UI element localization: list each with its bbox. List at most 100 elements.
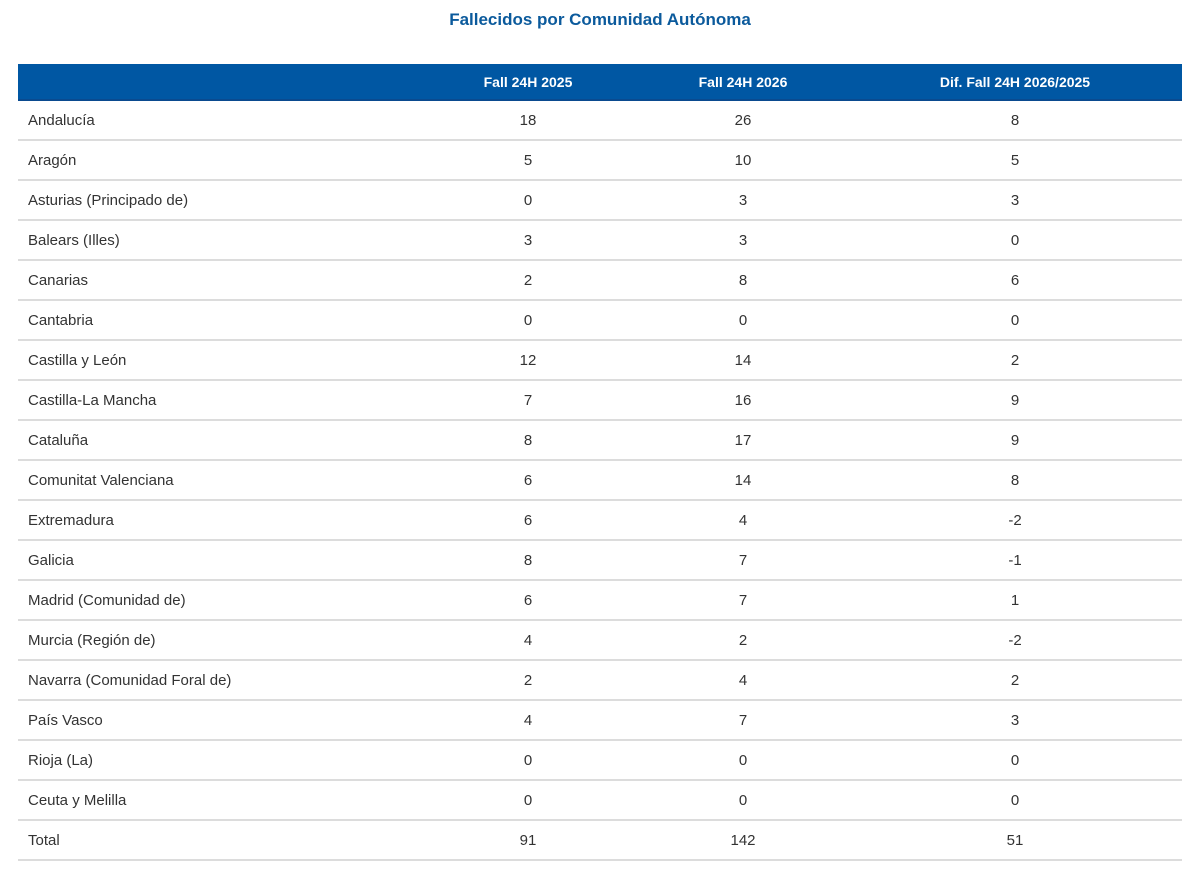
cell-fall-2025: 18 [418, 100, 638, 141]
cell-region: Navarra (Comunidad Foral de) [18, 660, 418, 701]
cell-fall-2026: 4 [638, 500, 848, 541]
deaths-table: Fall 24H 2025 Fall 24H 2026 Dif. Fall 24… [18, 64, 1182, 861]
cell-difference: 9 [848, 420, 1182, 461]
data-table: Fall 24H 2025 Fall 24H 2026 Dif. Fall 24… [18, 64, 1182, 861]
cell-fall-2026: 7 [638, 700, 848, 741]
table-row: Castilla-La Mancha 7 16 9 [18, 380, 1182, 421]
table-row: Cantabria 0 0 0 [18, 300, 1182, 341]
cell-region: Madrid (Comunidad de) [18, 580, 418, 621]
table-row: Andalucía 18 26 8 [18, 100, 1182, 141]
cell-fall-2026: 26 [638, 100, 848, 141]
cell-difference: -1 [848, 540, 1182, 581]
cell-region: Castilla y León [18, 340, 418, 381]
cell-fall-2026: 16 [638, 380, 848, 421]
table-row: Murcia (Región de) 4 2 -2 [18, 620, 1182, 661]
cell-region: Aragón [18, 140, 418, 181]
table-row: Galicia 8 7 -1 [18, 540, 1182, 581]
cell-difference: 0 [848, 740, 1182, 781]
cell-fall-2026: 0 [638, 300, 848, 341]
cell-region: Balears (Illes) [18, 220, 418, 261]
table-row: Castilla y León 12 14 2 [18, 340, 1182, 381]
cell-difference: 2 [848, 340, 1182, 381]
cell-fall-2025: 12 [418, 340, 638, 381]
cell-difference: -2 [848, 620, 1182, 661]
cell-difference: 8 [848, 460, 1182, 501]
cell-region: Asturias (Principado de) [18, 180, 418, 221]
cell-fall-2025: 5 [418, 140, 638, 181]
cell-fall-2025: 0 [418, 300, 638, 341]
cell-region: Total [18, 820, 418, 861]
cell-difference: 9 [848, 380, 1182, 421]
cell-fall-2025: 0 [418, 180, 638, 221]
column-header-difference: Dif. Fall 24H 2026/2025 [848, 64, 1182, 101]
cell-region: Ceuta y Melilla [18, 780, 418, 821]
column-header-region [18, 64, 418, 101]
cell-fall-2026: 4 [638, 660, 848, 701]
cell-fall-2025: 6 [418, 460, 638, 501]
cell-fall-2025: 8 [418, 420, 638, 461]
cell-region: Extremadura [18, 500, 418, 541]
table-row: Madrid (Comunidad de) 6 7 1 [18, 580, 1182, 621]
cell-fall-2026: 7 [638, 540, 848, 581]
cell-region: Cantabria [18, 300, 418, 341]
table-row: Canarias 2 8 6 [18, 260, 1182, 301]
cell-fall-2025: 8 [418, 540, 638, 581]
table-row: Ceuta y Melilla 0 0 0 [18, 780, 1182, 821]
cell-fall-2025: 2 [418, 660, 638, 701]
table-row: País Vasco 4 7 3 [18, 700, 1182, 741]
column-header-2025: Fall 24H 2025 [418, 64, 638, 101]
cell-fall-2026: 14 [638, 340, 848, 381]
cell-fall-2026: 3 [638, 220, 848, 261]
table-row: Rioja (La) 0 0 0 [18, 740, 1182, 781]
cell-fall-2025: 0 [418, 740, 638, 781]
table-header-row: Fall 24H 2025 Fall 24H 2026 Dif. Fall 24… [18, 64, 1182, 101]
cell-difference: 51 [848, 820, 1182, 861]
cell-fall-2026: 0 [638, 740, 848, 781]
cell-fall-2025: 4 [418, 700, 638, 741]
cell-difference: 2 [848, 660, 1182, 701]
cell-region: Galicia [18, 540, 418, 581]
cell-difference: 0 [848, 300, 1182, 341]
table-row: Total 91 142 51 [18, 820, 1182, 861]
cell-fall-2026: 17 [638, 420, 848, 461]
cell-fall-2026: 10 [638, 140, 848, 181]
cell-difference: -2 [848, 500, 1182, 541]
cell-region: Canarias [18, 260, 418, 301]
cell-fall-2026: 3 [638, 180, 848, 221]
cell-region: Murcia (Región de) [18, 620, 418, 661]
cell-fall-2025: 6 [418, 580, 638, 621]
table-row: Navarra (Comunidad Foral de) 2 4 2 [18, 660, 1182, 701]
cell-fall-2026: 2 [638, 620, 848, 661]
cell-fall-2025: 6 [418, 500, 638, 541]
table-row: Balears (Illes) 3 3 0 [18, 220, 1182, 261]
column-header-2026: Fall 24H 2026 [638, 64, 848, 101]
cell-region: Rioja (La) [18, 740, 418, 781]
table-row: Aragón 5 10 5 [18, 140, 1182, 181]
cell-fall-2025: 91 [418, 820, 638, 861]
table-body: Andalucía 18 26 8 Aragón 5 10 5 Asturias (Princi… [18, 100, 1182, 861]
cell-fall-2026: 8 [638, 260, 848, 301]
cell-difference: 0 [848, 220, 1182, 261]
cell-fall-2025: 2 [418, 260, 638, 301]
table-row: Comunitat Valenciana 6 14 8 [18, 460, 1182, 501]
table-row: Asturias (Principado de) 0 3 3 [18, 180, 1182, 221]
table-title: Fallecidos por Comunidad Autónoma [449, 10, 751, 29]
cell-fall-2026: 0 [638, 780, 848, 821]
cell-difference: 3 [848, 700, 1182, 741]
cell-difference: 1 [848, 580, 1182, 621]
cell-fall-2026: 7 [638, 580, 848, 621]
table-row: Extremadura 6 4 -2 [18, 500, 1182, 541]
cell-region: País Vasco [18, 700, 418, 741]
cell-fall-2025: 0 [418, 780, 638, 821]
cell-region: Castilla-La Mancha [18, 380, 418, 421]
cell-fall-2026: 14 [638, 460, 848, 501]
cell-region: Comunitat Valenciana [18, 460, 418, 501]
cell-region: Cataluña [18, 420, 418, 461]
cell-fall-2025: 7 [418, 380, 638, 421]
cell-difference: 6 [848, 260, 1182, 301]
cell-difference: 8 [848, 100, 1182, 141]
cell-fall-2025: 4 [418, 620, 638, 661]
cell-difference: 3 [848, 180, 1182, 221]
table-row: Cataluña 8 17 9 [18, 420, 1182, 461]
cell-region: Andalucía [18, 100, 418, 141]
